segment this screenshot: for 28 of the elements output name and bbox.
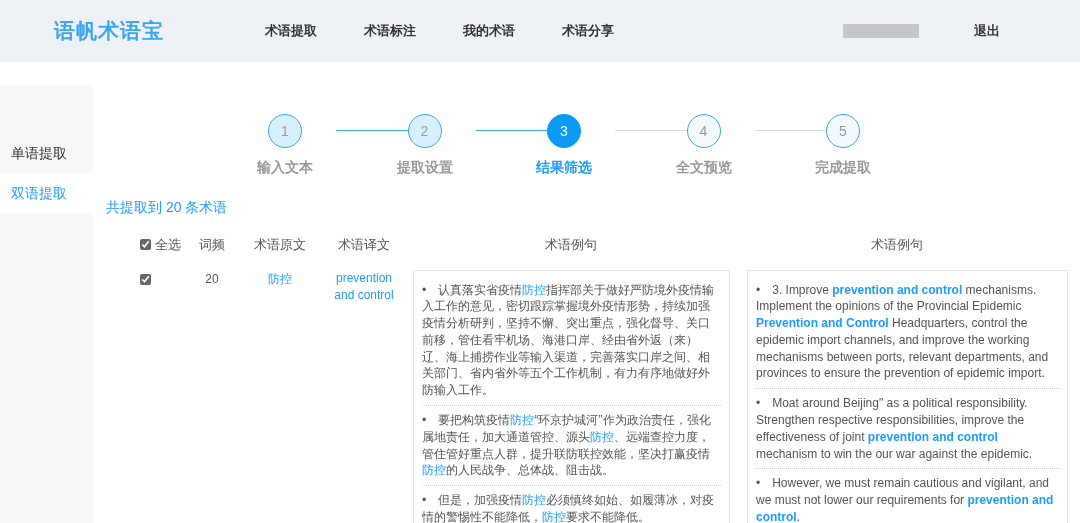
nav-link[interactable]: 我的术语	[454, 21, 524, 41]
example-sentence: • 要把构筑疫情防控“环京护城河”作为政治责任，强化属地责任，加大通道管控、源头防控、远端查控力度，管住管好重点人群，提升联防联控效能，坚决打赢疫情防控的人民战争、总体战、阻击战。	[422, 405, 721, 483]
example-sentence: • 认真落实省疫情防控指挥部关于做好严防境外疫情输入工作的意见，密切跟踪掌握境外疫情形势，持续加强疫情分析研判，坚持不懈、突出重点，强化督导、关口前移，管住看牢机场、海港口岸、经由省外返（来）辽、海上捕捞作业等输入渠道，完善落实口岸之间、相关部门、省内省外等五个工作机制，有力有序地做好外防输入工作。	[422, 281, 716, 400]
sidebar-item[interactable]: 单语提取	[0, 133, 93, 173]
logout-link[interactable]: 退出	[974, 21, 1000, 41]
summary-text: 共提取到 20 条术语	[106, 198, 228, 217]
step-label: 输入文本	[257, 158, 313, 177]
example-sentence: • Moat around Beijing" as a political responsibility. Strengthen respective responsibilities, improve the effectiveness of joint prevention and control mechanism to win the our war against the epidemic.	[756, 388, 1059, 466]
step-label: 提取设置	[396, 158, 453, 177]
example-sentence: • However, we must remain cautious and vigilant, and we must not lower our requirements for prevention and control.	[756, 468, 1059, 523]
app-logo: 语帆术语宝	[54, 18, 165, 45]
example-sentence: • 但是，加强疫情防控必须慎终如始、如履薄冰，对疫情的警惕性不能降低，防控要求不能降低。	[422, 485, 721, 523]
column-header: 术语例句	[871, 236, 923, 254]
nav-link[interactable]: 术语提取	[256, 21, 326, 41]
column-header: 术语例句	[544, 236, 597, 254]
step-label: 全文预览	[675, 158, 732, 177]
column-header: 术语原文	[254, 236, 306, 254]
nav-link[interactable]: 术语分享	[553, 21, 623, 41]
row-checkbox[interactable]	[140, 273, 151, 285]
nav-link[interactable]: 术语标注	[355, 21, 425, 41]
step-label: 完成提取	[815, 158, 871, 177]
column-header: 全选	[155, 236, 181, 254]
table-cell-text: 20	[205, 270, 219, 288]
example-sentence: • 3. Improve prevention and control mechanisms. Implement the opinions of the Provincial Epidemic Prevention and Control Headquarters, control the epidemic import channels, and improve the working mechanisms between ports, relevant departments, and provinces to ensure the prevention of epidemic import.	[756, 281, 1050, 383]
column-header: 词频	[199, 236, 225, 254]
column-header: 术语译文	[338, 236, 390, 254]
step-label: 结果筛选	[536, 158, 592, 177]
select-all-checkbox[interactable]	[140, 239, 151, 251]
